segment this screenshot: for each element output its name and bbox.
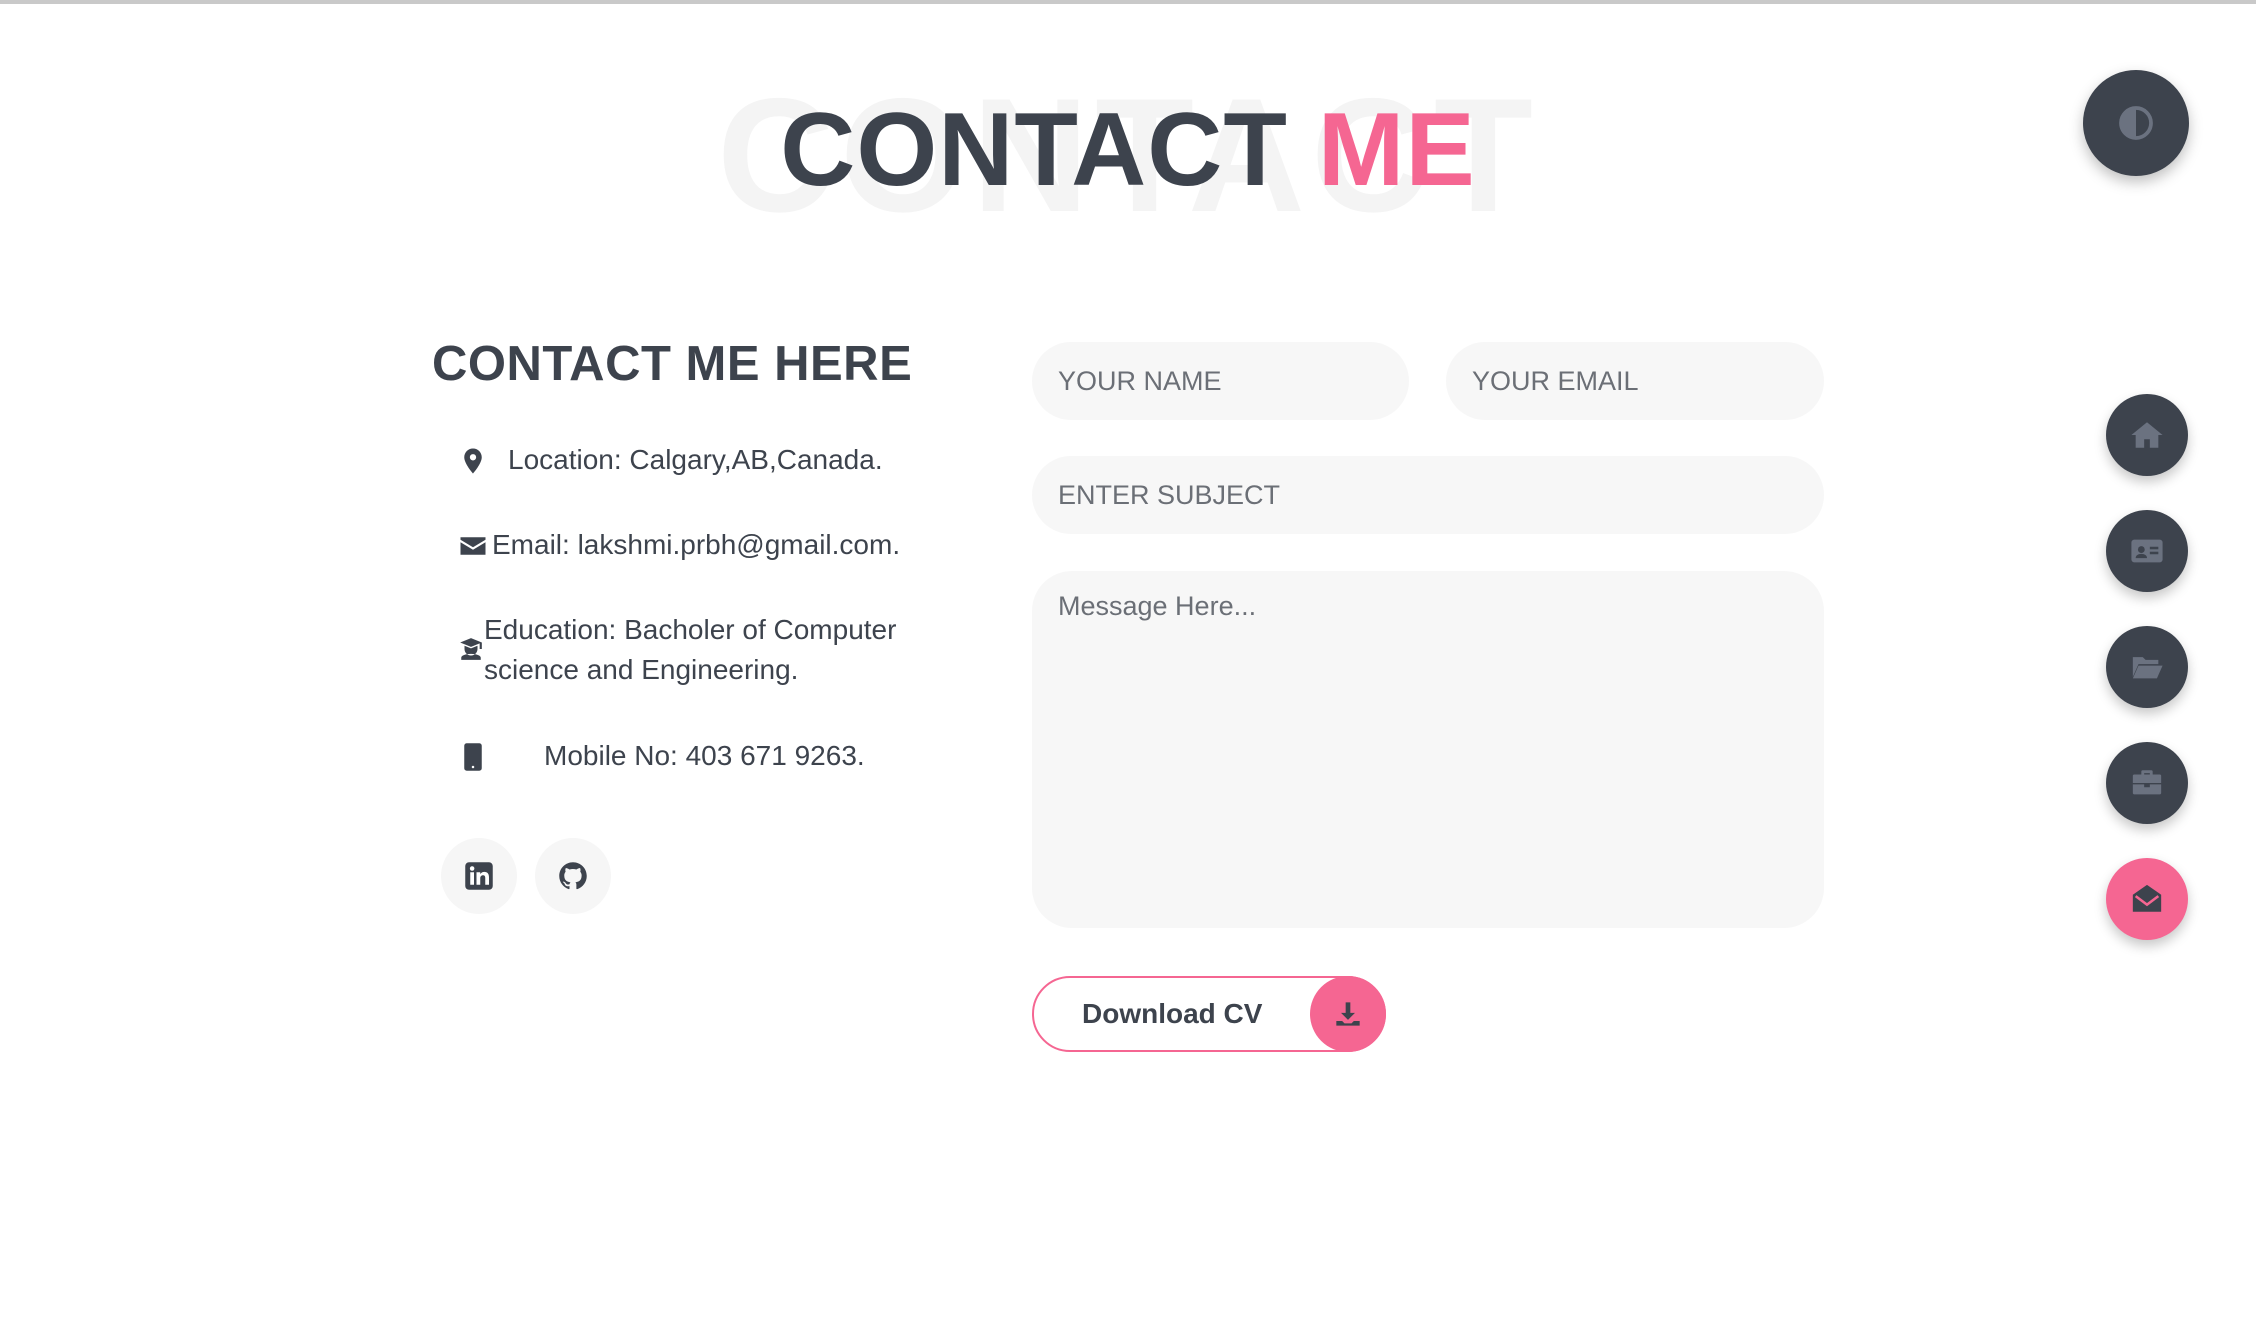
contrast-icon bbox=[2119, 106, 2153, 140]
linkedin-icon bbox=[465, 862, 493, 890]
nav-home-button[interactable] bbox=[2106, 394, 2188, 476]
name-input[interactable] bbox=[1032, 342, 1409, 420]
window-top-border bbox=[0, 0, 2256, 4]
download-cv-label: Download CV bbox=[1082, 998, 1263, 1029]
download-icon bbox=[1336, 1002, 1360, 1026]
github-icon bbox=[559, 862, 587, 890]
subject-input[interactable] bbox=[1032, 456, 1824, 534]
folder-open-icon bbox=[2132, 657, 2163, 679]
envelope-open-icon bbox=[2132, 884, 2162, 912]
briefcase-icon bbox=[2132, 770, 2162, 795]
nav-about-button[interactable] bbox=[2106, 510, 2188, 592]
email-input[interactable] bbox=[1446, 342, 1824, 420]
download-icon-circle bbox=[1310, 976, 1386, 1052]
map-marker-icon bbox=[464, 448, 482, 474]
theme-toggle-button[interactable] bbox=[2083, 70, 2189, 176]
message-textarea[interactable] bbox=[1032, 571, 1824, 928]
education-text: Education: Bacholer of Computer science … bbox=[484, 614, 897, 685]
page-title: CONTACT ME bbox=[0, 90, 2256, 210]
location-text: Location: Calgary,AB,Canada. bbox=[508, 444, 883, 475]
home-icon bbox=[2131, 422, 2163, 448]
id-card-icon bbox=[2131, 539, 2163, 563]
envelope-icon bbox=[460, 537, 486, 555]
graduate-icon bbox=[460, 638, 482, 660]
title-accent-word: ME bbox=[1317, 92, 1476, 208]
linkedin-button[interactable] bbox=[441, 838, 517, 914]
mobile-text: Mobile No: 403 671 9263. bbox=[544, 740, 865, 771]
download-cv-button[interactable]: Download CV bbox=[1032, 976, 1386, 1052]
email-text: Email: lakshmi.prbh@gmail.com. bbox=[492, 529, 901, 560]
nav-contact-button[interactable] bbox=[2106, 858, 2188, 940]
nav-experience-button[interactable] bbox=[2106, 742, 2188, 824]
contact-heading: CONTACT ME HERE bbox=[432, 337, 913, 391]
title-main-word: CONTACT bbox=[780, 92, 1288, 208]
nav-portfolio-button[interactable] bbox=[2106, 626, 2188, 708]
section-title: CONTACT CONTACT ME bbox=[0, 70, 2256, 237]
mobile-phone-icon bbox=[464, 743, 482, 771]
github-button[interactable] bbox=[535, 838, 611, 914]
